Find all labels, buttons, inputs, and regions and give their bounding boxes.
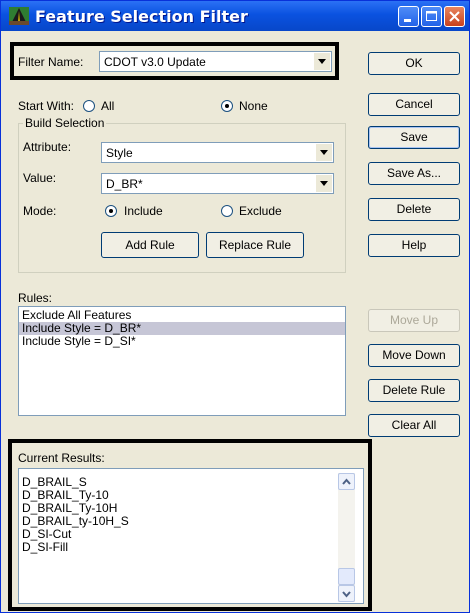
move-up-button[interactable]: Move Up (368, 309, 460, 332)
ok-button[interactable]: OK (368, 52, 460, 75)
delete-rule-button[interactable]: Delete Rule (368, 379, 460, 402)
result-list-item[interactable]: D_SI-Cut (19, 528, 363, 541)
current-results-label: Current Results: (18, 451, 105, 465)
results-scrollbar[interactable] (338, 473, 355, 602)
move-down-button[interactable]: Move Down (368, 344, 460, 367)
start-with-none-label[interactable]: None (239, 99, 268, 113)
attribute-value: Style (106, 146, 133, 160)
chevron-down-icon[interactable] (315, 175, 332, 192)
maximize-icon (426, 11, 437, 21)
current-results-list[interactable]: D_BRAIL_S D_BRAIL_Ty-10 D_BRAIL_Ty-10H D_BR… (18, 468, 364, 604)
start-with-all-label[interactable]: All (101, 99, 114, 113)
window-title: Feature Selection Filter (35, 7, 248, 26)
build-selection-title: Build Selection (23, 116, 107, 130)
filter-name-label: Filter Name: (18, 55, 84, 69)
attribute-label: Attribute: (23, 140, 72, 154)
start-with-all-radio[interactable] (83, 100, 95, 112)
mode-label: Mode: (23, 204, 57, 218)
title-bar[interactable]: Feature Selection Filter (1, 1, 469, 31)
rules-label: Rules: (18, 291, 53, 305)
scroll-up-button[interactable] (338, 473, 355, 490)
start-with-label: Start With: (18, 99, 75, 113)
value-label: Value: (23, 171, 57, 185)
cancel-button[interactable]: Cancel (368, 93, 460, 116)
minimize-icon (404, 19, 411, 22)
value-combo[interactable]: D_BR* (101, 173, 334, 194)
mode-include-radio[interactable] (105, 205, 117, 217)
filter-name-combo[interactable]: CDOT v3.0 Update (99, 51, 332, 72)
maximize-button[interactable] (421, 6, 442, 27)
clear-all-button[interactable]: Clear All (368, 414, 460, 437)
delete-button[interactable]: Delete (368, 198, 460, 221)
rules-list[interactable]: Exclude All Features Include Style = D_BR… (18, 306, 346, 416)
scroll-thumb[interactable] (338, 568, 355, 585)
help-button[interactable]: Help (368, 234, 460, 257)
save-button[interactable]: Save (368, 126, 460, 149)
feature-selection-filter-window: Feature Selection Filter Filter Name: CD… (0, 0, 470, 613)
save-as-button[interactable]: Save As... (368, 162, 460, 185)
rule-list-item[interactable]: Include Style = D_SI* (19, 335, 345, 348)
mode-exclude-label[interactable]: Exclude (239, 204, 282, 218)
chevron-down-icon (342, 591, 351, 598)
result-list-item[interactable]: D_SI-Fill (19, 541, 363, 554)
mode-exclude-radio[interactable] (221, 205, 233, 217)
minimize-button[interactable] (398, 6, 419, 27)
close-button[interactable] (444, 6, 465, 27)
start-with-none-radio[interactable] (221, 100, 233, 112)
replace-rule-button[interactable]: Replace Rule (206, 232, 304, 258)
scroll-down-button[interactable] (338, 585, 355, 602)
chevron-up-icon (342, 478, 351, 485)
add-rule-button[interactable]: Add Rule (101, 232, 199, 258)
filter-name-value: CDOT v3.0 Update (104, 55, 206, 69)
mode-include-label[interactable]: Include (124, 204, 163, 218)
attribute-combo[interactable]: Style (101, 142, 334, 163)
close-icon (449, 11, 460, 22)
chevron-down-icon[interactable] (315, 144, 332, 161)
chevron-down-icon[interactable] (313, 53, 330, 70)
value-value: D_BR* (106, 177, 143, 191)
app-icon (9, 7, 29, 25)
